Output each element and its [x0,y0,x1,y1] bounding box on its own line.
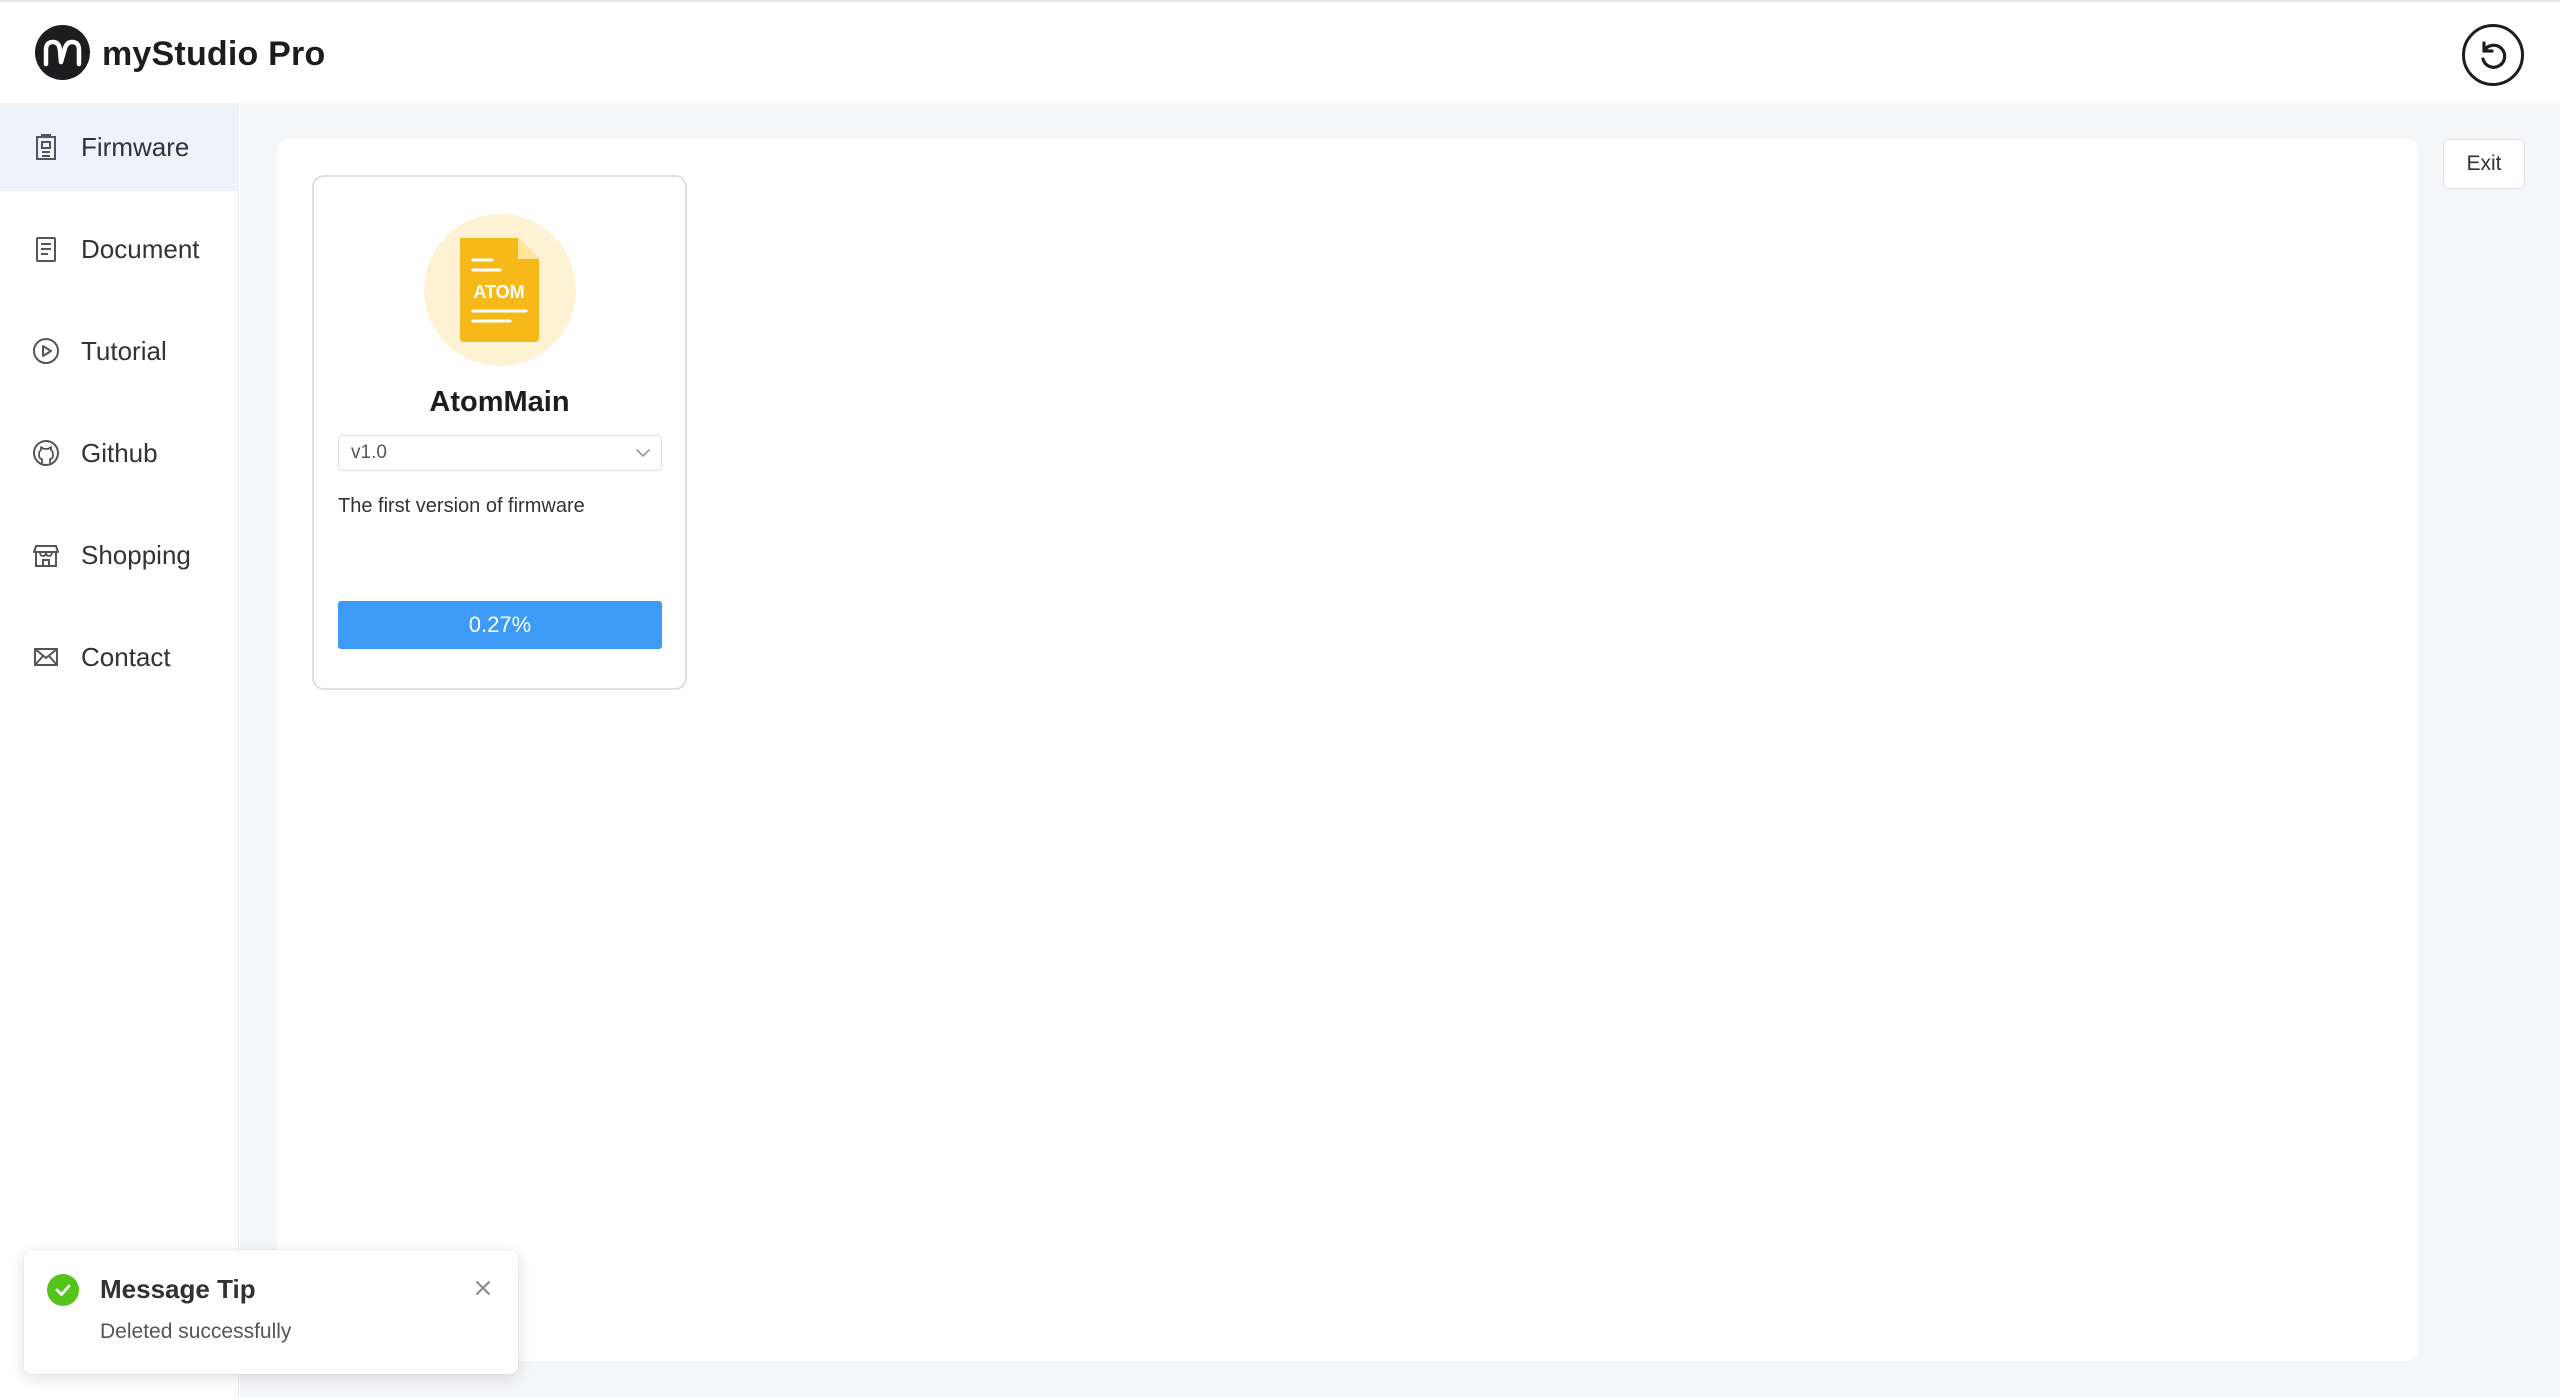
play-circle-icon [33,338,59,364]
app-title: myStudio Pro [102,35,326,73]
document-icon [36,237,56,262]
sidebar-item-document[interactable]: Document [0,205,239,293]
chevron-down-icon [636,449,650,457]
progress-label: 0.27% [468,612,532,637]
sidebar: Firmware Document Tutorial Github Shoppi… [0,103,239,1398]
sidebar-item-label: Tutorial [81,336,167,366]
sidebar-item-contact[interactable]: Contact [0,613,239,701]
mystudio-logo-icon [35,25,90,80]
app-header: myStudio Pro [0,0,2560,103]
firmware-icon [36,134,56,160]
reset-icon [2481,41,2507,69]
shop-icon [33,545,59,567]
firmware-description: The first version of firmware [338,495,585,517]
download-progress-button[interactable]: 0.27% [338,601,662,649]
sidebar-item-label: Document [81,234,200,264]
file-icon-label: ATOM [473,282,524,302]
version-select-value: v1.0 [351,442,387,463]
sidebar-item-label: Contact [81,642,171,672]
sidebar-item-shopping[interactable]: Shopping [0,511,239,599]
version-select[interactable]: v1.0 [338,435,662,471]
exit-button[interactable]: Exit [2443,139,2525,189]
sidebar-item-label: Firmware [81,132,190,162]
reset-button[interactable] [2462,24,2524,86]
message-toast: Message Tip Deleted successfully [24,1250,518,1374]
sidebar-item-label: Shopping [81,540,191,570]
sidebar-item-tutorial[interactable]: Tutorial [0,307,239,395]
toast-message: Deleted successfully [100,1320,292,1343]
success-check-icon [47,1274,79,1306]
sidebar-item-firmware[interactable]: Firmware [0,103,239,191]
atom-file-icon: ATOM [460,238,539,342]
sidebar-item-github[interactable]: Github [0,409,239,497]
close-icon[interactable] [471,1276,495,1300]
firmware-name: AtomMain [429,386,570,418]
firmware-file-icon-wrapper: ATOM [424,214,576,366]
firmware-card: ATOM AtomMain v1.0 The first version of … [312,175,687,690]
mail-icon [34,648,58,666]
sidebar-item-label: Github [81,438,158,468]
github-icon [33,440,59,466]
toast-title: Message Tip [100,1274,256,1304]
